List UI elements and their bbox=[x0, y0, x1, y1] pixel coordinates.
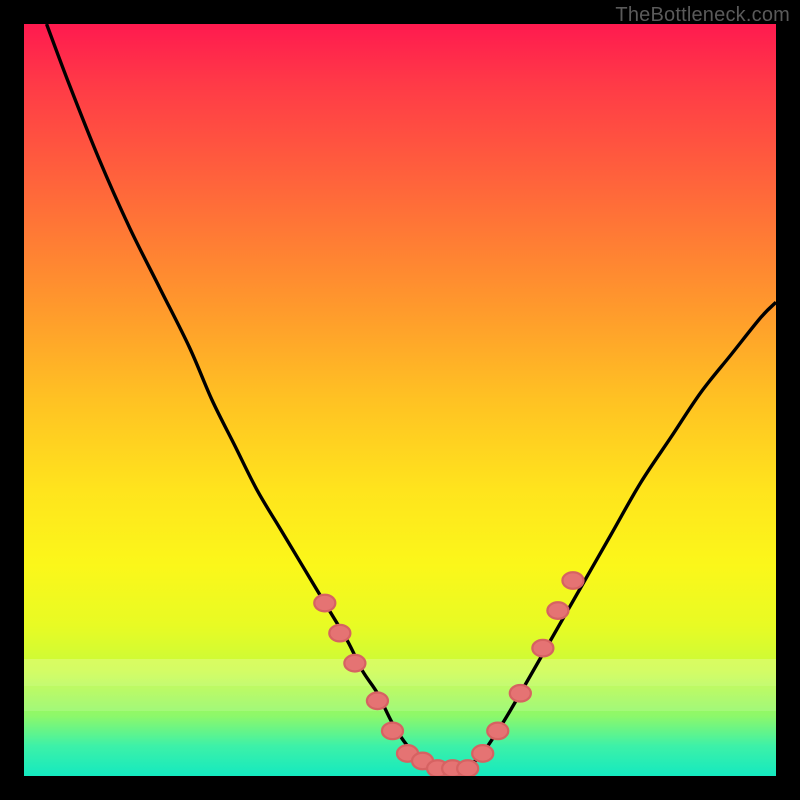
marker-dot bbox=[487, 723, 508, 740]
marker-dot bbox=[314, 595, 335, 612]
marker-dot bbox=[329, 625, 350, 642]
marker-dots bbox=[314, 572, 583, 776]
plot-area bbox=[24, 24, 776, 776]
marker-dot bbox=[562, 572, 583, 589]
marker-dot bbox=[382, 723, 403, 740]
marker-dot bbox=[532, 640, 553, 657]
chart-frame: TheBottleneck.com bbox=[0, 0, 800, 800]
curve-svg bbox=[24, 24, 776, 776]
marker-dot bbox=[510, 685, 531, 702]
bottleneck-curve bbox=[47, 24, 776, 769]
marker-dot bbox=[457, 760, 478, 776]
attribution-text: TheBottleneck.com bbox=[615, 4, 790, 27]
marker-dot bbox=[472, 745, 493, 762]
marker-dot bbox=[344, 655, 365, 672]
marker-dot bbox=[547, 602, 568, 619]
marker-dot bbox=[367, 693, 388, 710]
